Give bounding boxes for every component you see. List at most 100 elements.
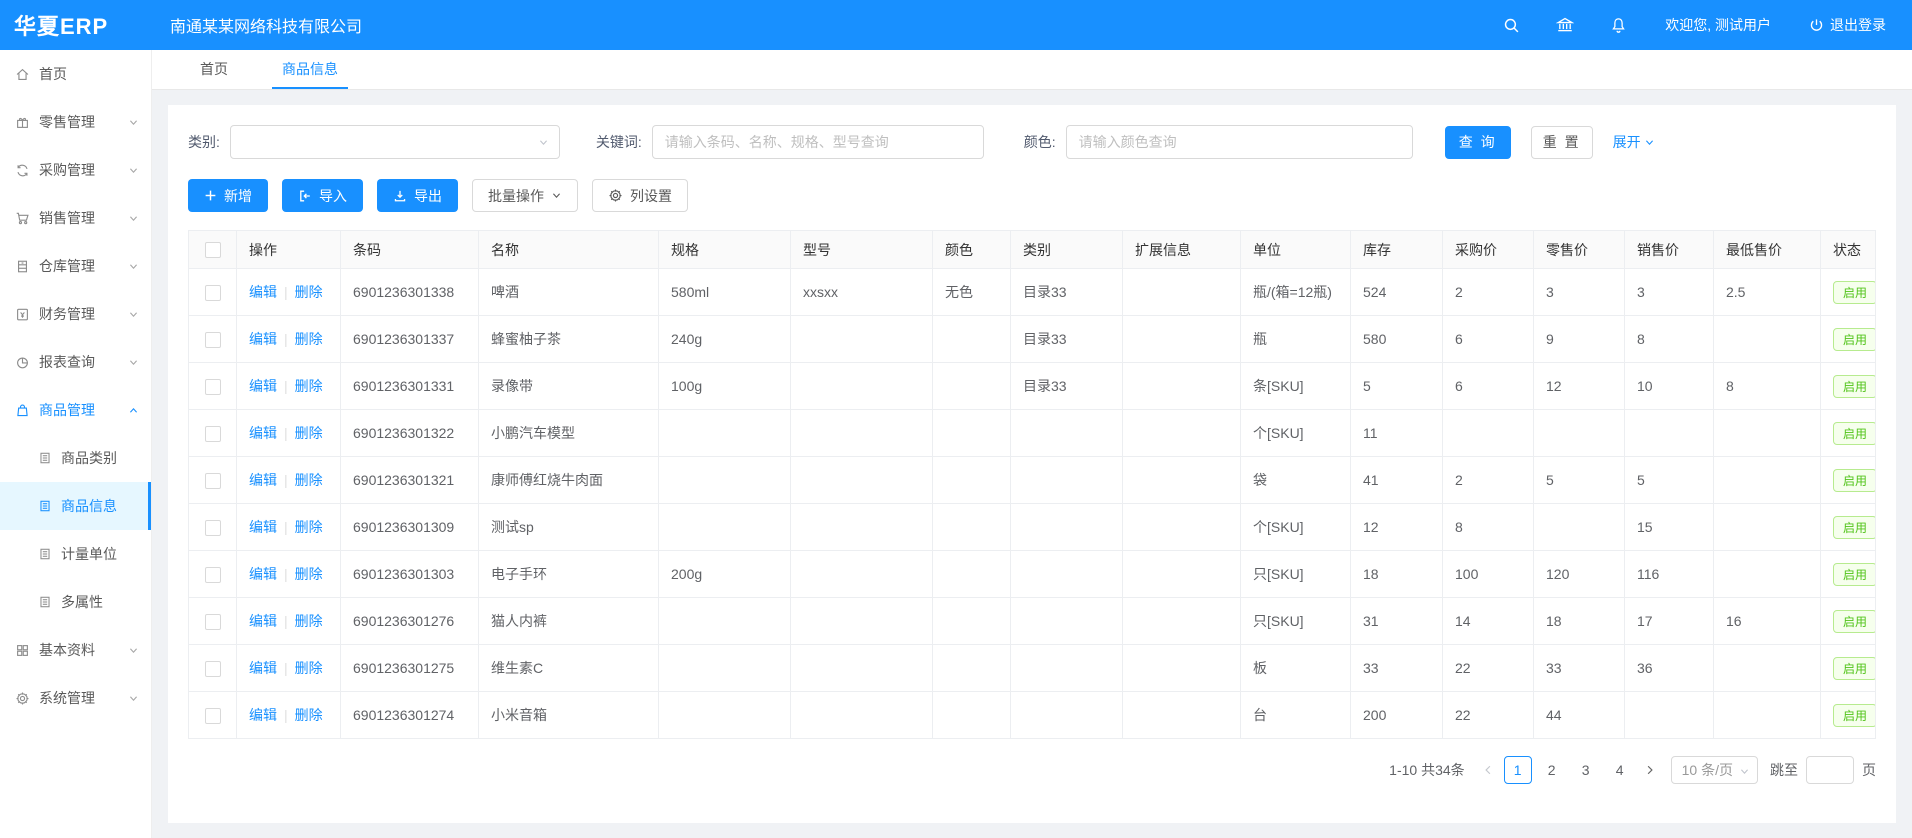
delete-link[interactable]: 删除 bbox=[295, 519, 323, 535]
search-button[interactable]: 查 询 bbox=[1445, 126, 1511, 159]
batch-actions-button[interactable]: 批量操作 bbox=[472, 179, 578, 212]
cell-name: 蜂蜜柚子茶 bbox=[479, 316, 659, 363]
cell-sale-price: 3 bbox=[1625, 269, 1714, 316]
keyword-input[interactable] bbox=[652, 125, 984, 159]
delete-link[interactable]: 删除 bbox=[295, 331, 323, 347]
row-checkbox[interactable] bbox=[205, 567, 221, 583]
table-row: 编辑|删除6901236301322小鹏汽车模型个[SKU]11启用 bbox=[189, 410, 1876, 457]
row-checkbox[interactable] bbox=[205, 426, 221, 442]
edit-link[interactable]: 编辑 bbox=[249, 707, 277, 723]
chevron-down-icon bbox=[128, 357, 139, 368]
edit-link[interactable]: 编辑 bbox=[249, 331, 277, 347]
edit-link[interactable]: 编辑 bbox=[249, 566, 277, 582]
edit-link[interactable]: 编辑 bbox=[249, 660, 277, 676]
delete-link[interactable]: 删除 bbox=[295, 566, 323, 582]
row-checkbox[interactable] bbox=[205, 661, 221, 677]
product-table: 操作条码名称规格型号颜色类别扩展信息单位库存采购价零售价销售价最低售价状态 编辑… bbox=[188, 230, 1876, 739]
sidebar-item-multi-attribute[interactable]: 多属性 bbox=[0, 578, 151, 626]
row-checkbox[interactable] bbox=[205, 708, 221, 724]
sidebar-item-product[interactable]: 商品管理 bbox=[0, 386, 151, 434]
logout-button[interactable]: 退出登录 bbox=[1809, 15, 1886, 35]
page-number-3[interactable]: 3 bbox=[1572, 756, 1600, 784]
cell-stock: 33 bbox=[1351, 645, 1443, 692]
status-badge: 启用 bbox=[1833, 375, 1876, 398]
cell-retail-price: 120 bbox=[1534, 551, 1625, 598]
sidebar-item-product-info[interactable]: 商品信息 bbox=[0, 482, 151, 530]
expand-link[interactable]: 展开 bbox=[1613, 132, 1655, 152]
edit-link[interactable]: 编辑 bbox=[249, 472, 277, 488]
add-button[interactable]: 新增 bbox=[188, 179, 268, 212]
sidebar-item-measure-unit[interactable]: 计量单位 bbox=[0, 530, 151, 578]
delete-link[interactable]: 删除 bbox=[295, 660, 323, 676]
page-size-select[interactable]: 10 条/页 bbox=[1671, 756, 1758, 784]
select-all-checkbox[interactable] bbox=[205, 242, 221, 258]
row-checkbox[interactable] bbox=[205, 614, 221, 630]
sidebar-item-report[interactable]: 报表查询 bbox=[0, 338, 151, 386]
edit-link[interactable]: 编辑 bbox=[249, 284, 277, 300]
delete-link[interactable]: 删除 bbox=[295, 613, 323, 629]
sidebar-item-system[interactable]: 系统管理 bbox=[0, 674, 151, 722]
cell-ext bbox=[1123, 410, 1241, 457]
bell-icon[interactable] bbox=[1610, 17, 1627, 34]
chevron-down-icon bbox=[1644, 137, 1655, 148]
sidebar-item-sales[interactable]: 销售管理 bbox=[0, 194, 151, 242]
cell-status: 启用 bbox=[1821, 316, 1876, 363]
edit-link[interactable]: 编辑 bbox=[249, 613, 277, 629]
tab-product-info[interactable]: 商品信息 bbox=[272, 50, 348, 89]
row-checkbox[interactable] bbox=[205, 473, 221, 489]
page-number-4[interactable]: 4 bbox=[1606, 756, 1634, 784]
cell-spec: 100g bbox=[659, 363, 791, 410]
color-input[interactable] bbox=[1066, 125, 1413, 159]
row-checkbox[interactable] bbox=[205, 332, 221, 348]
main-content: 首页商品信息 类别: 关键词: 颜色: 查 询 重 置 展开 新增 bbox=[152, 50, 1912, 838]
doc-icon bbox=[38, 451, 52, 465]
delete-link[interactable]: 删除 bbox=[295, 472, 323, 488]
sidebar-item-label: 销售管理 bbox=[39, 208, 95, 228]
delete-link[interactable]: 删除 bbox=[295, 425, 323, 441]
export-button[interactable]: 导出 bbox=[377, 179, 458, 212]
row-actions: 编辑|删除 bbox=[237, 316, 341, 363]
page-number-2[interactable]: 2 bbox=[1538, 756, 1566, 784]
cell-spec bbox=[659, 504, 791, 551]
column-header: 颜色 bbox=[933, 231, 1011, 269]
bank-icon[interactable] bbox=[1556, 16, 1574, 34]
sidebar-item-purchase[interactable]: 采购管理 bbox=[0, 146, 151, 194]
cell-barcode: 6901236301274 bbox=[341, 692, 479, 739]
delete-link[interactable]: 删除 bbox=[295, 707, 323, 723]
next-page-button[interactable] bbox=[1637, 756, 1663, 784]
category-select[interactable] bbox=[230, 125, 560, 159]
cell-name: 啤酒 bbox=[479, 269, 659, 316]
edit-link[interactable]: 编辑 bbox=[249, 519, 277, 535]
column-settings-button[interactable]: 列设置 bbox=[592, 179, 688, 212]
sidebar-item-home[interactable]: 首页 bbox=[0, 50, 151, 98]
sidebar-item-product-category[interactable]: 商品类别 bbox=[0, 434, 151, 482]
sidebar-item-label: 商品管理 bbox=[39, 400, 95, 420]
row-checkbox[interactable] bbox=[205, 379, 221, 395]
cell-retail-price: 9 bbox=[1534, 316, 1625, 363]
row-checkbox[interactable] bbox=[205, 520, 221, 536]
page-number-1[interactable]: 1 bbox=[1504, 756, 1532, 784]
cell-barcode: 6901236301337 bbox=[341, 316, 479, 363]
sidebar-item-label: 基本资料 bbox=[39, 640, 95, 660]
cell-model bbox=[791, 504, 933, 551]
edit-link[interactable]: 编辑 bbox=[249, 425, 277, 441]
delete-link[interactable]: 删除 bbox=[295, 284, 323, 300]
sidebar-item-basic-data[interactable]: 基本资料 bbox=[0, 626, 151, 674]
product-icon bbox=[15, 403, 30, 418]
jump-page-input[interactable] bbox=[1806, 756, 1854, 784]
row-checkbox[interactable] bbox=[205, 285, 221, 301]
sidebar-item-warehouse[interactable]: 仓库管理 bbox=[0, 242, 151, 290]
tab-home[interactable]: 首页 bbox=[190, 50, 238, 89]
chevron-down-icon bbox=[1739, 766, 1750, 777]
import-button[interactable]: 导入 bbox=[282, 179, 363, 212]
sidebar-item-retail[interactable]: 零售管理 bbox=[0, 98, 151, 146]
prev-page-button[interactable] bbox=[1475, 756, 1501, 784]
sidebar-item-finance[interactable]: 财务管理 bbox=[0, 290, 151, 338]
reset-button[interactable]: 重 置 bbox=[1531, 126, 1593, 159]
logout-label: 退出登录 bbox=[1830, 15, 1886, 35]
category-label: 类别: bbox=[188, 132, 220, 152]
search-icon[interactable] bbox=[1503, 17, 1520, 34]
cell-min-price bbox=[1714, 551, 1821, 598]
delete-link[interactable]: 删除 bbox=[295, 378, 323, 394]
edit-link[interactable]: 编辑 bbox=[249, 378, 277, 394]
